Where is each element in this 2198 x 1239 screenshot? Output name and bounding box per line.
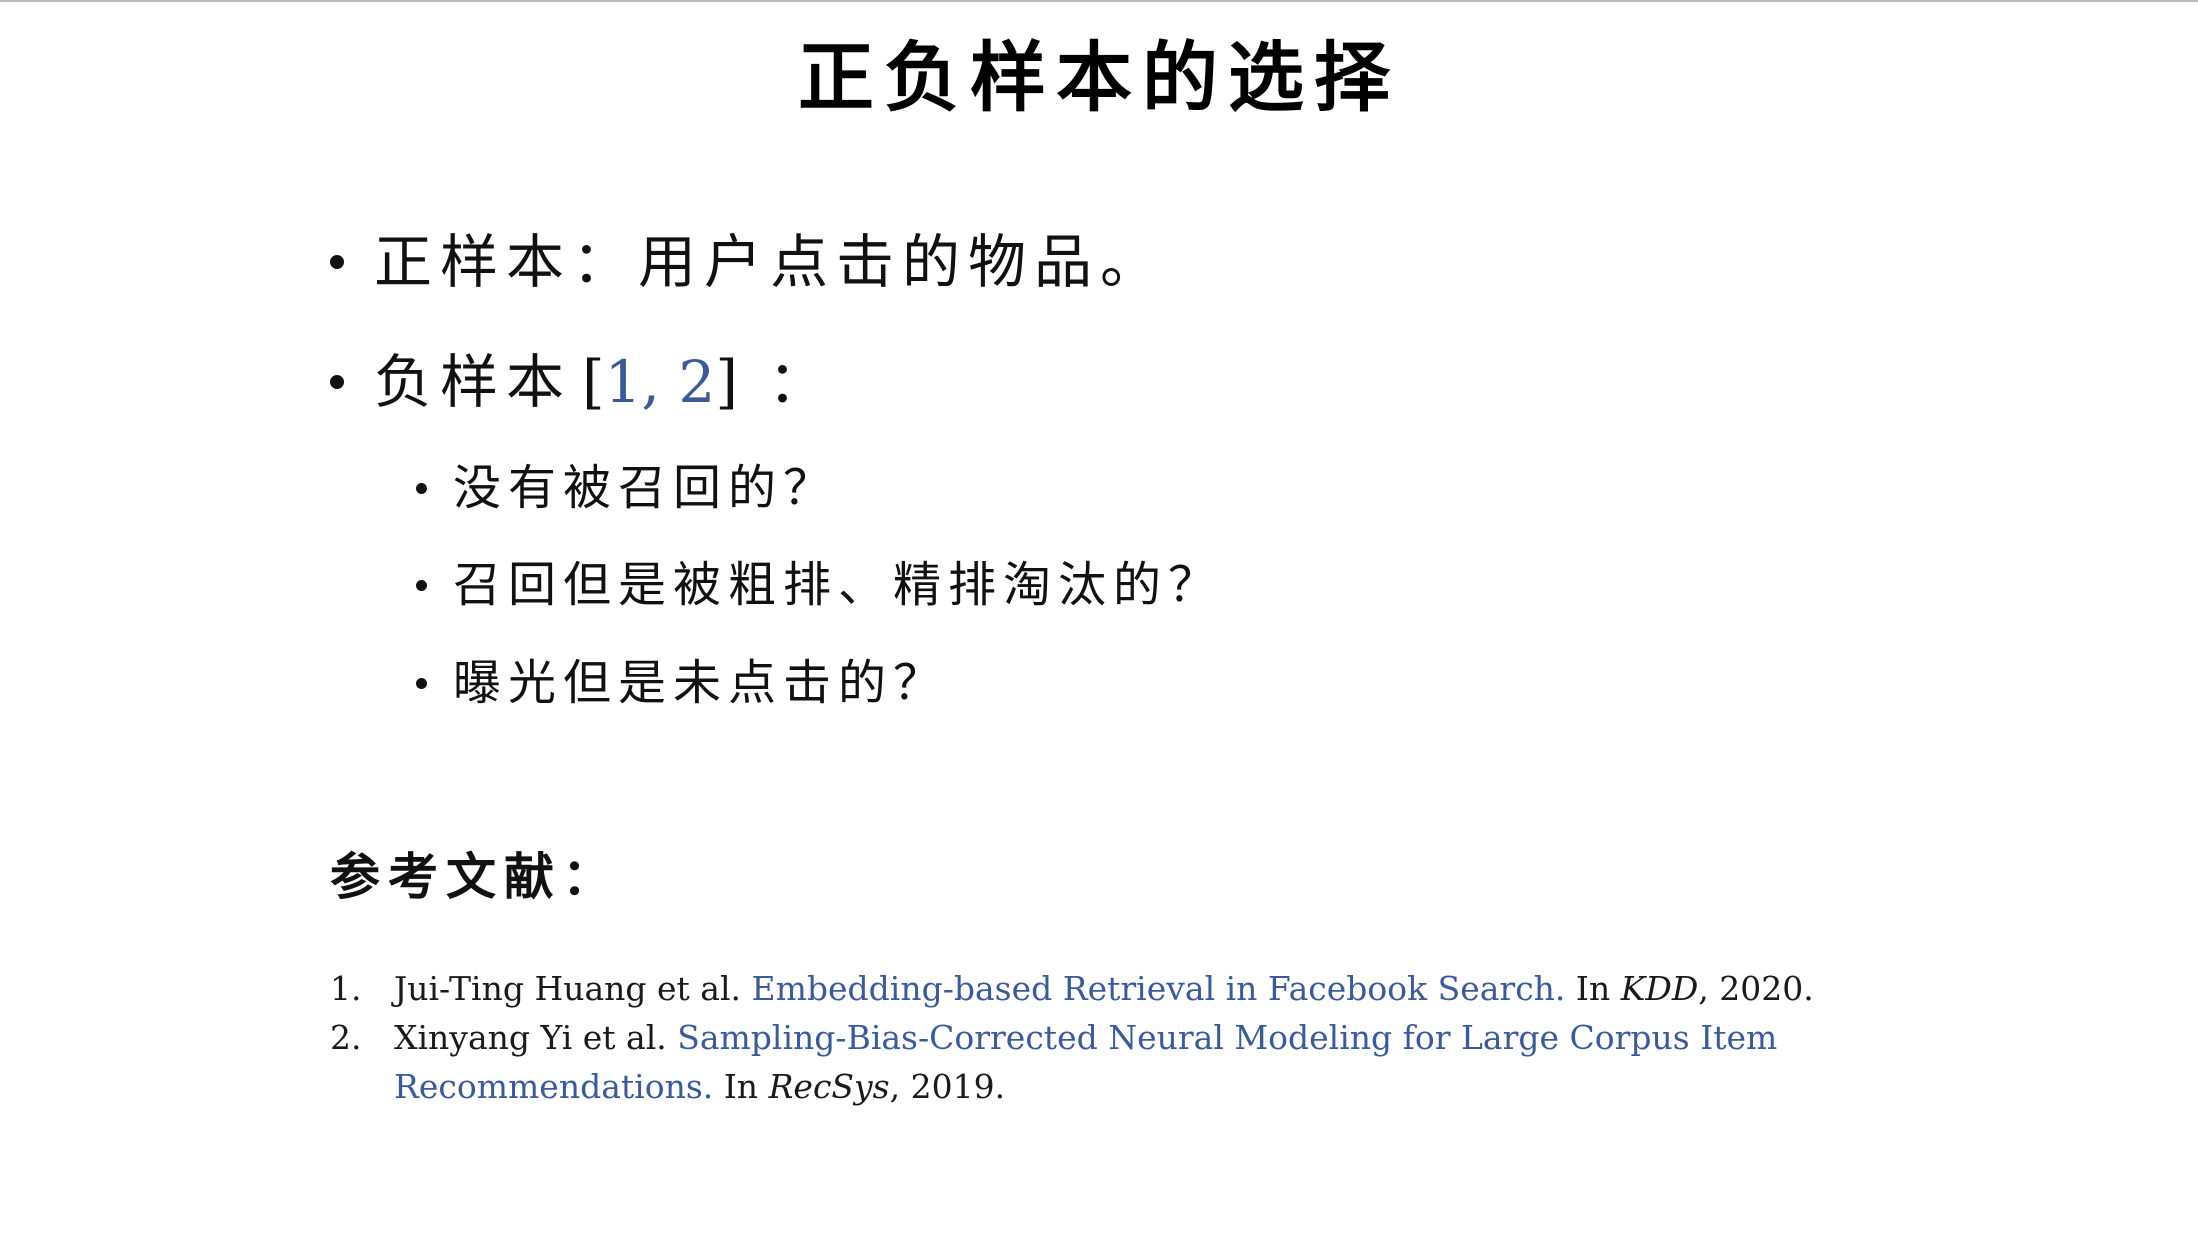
reference-title-link-continued[interactable]: Recommendations. xyxy=(394,1067,713,1106)
reference-venue: KDD xyxy=(1620,969,1699,1008)
bullet-dot-icon xyxy=(416,482,427,494)
reference-year: , 2019. xyxy=(889,1067,1006,1106)
reference-in: In xyxy=(1575,969,1611,1008)
sub-bullet-ranking-filtered: 召回但是被粗排、精排淘汰的？ xyxy=(416,553,1223,617)
sub-bullet-not-retrieved: 没有被召回的？ xyxy=(416,456,838,520)
sub-bullet-exposed-not-clicked: 曝光但是未点击的？ xyxy=(416,651,948,715)
reference-item-continued: Recommendations. In RecSys, 2019. xyxy=(330,1062,1005,1112)
citation-link[interactable]: 1, 2 xyxy=(605,342,716,422)
reference-title-link[interactable]: Embedding-based Retrieval in Facebook Se… xyxy=(752,969,1566,1008)
reference-number: 2. xyxy=(330,1018,362,1057)
bullet-dot-icon xyxy=(330,255,344,269)
reference-item: 2. Xinyang Yi et al. Sampling-Bias-Correc… xyxy=(330,1013,1777,1063)
reference-title-link[interactable]: Sampling-Bias-Corrected Neural Modeling … xyxy=(677,1018,1777,1057)
references-heading: 参考文献： xyxy=(330,847,620,906)
reference-year: , 2020. xyxy=(1698,969,1814,1008)
bullet-positive-samples: 正样本：用户点击的物品。 xyxy=(330,222,1166,302)
reference-authors: Jui-Ting Huang et al. xyxy=(394,969,742,1008)
bullet-dot-icon xyxy=(416,579,427,591)
reference-number: 1. xyxy=(330,969,362,1008)
sub-bullet-text: 曝光但是未点击的？ xyxy=(453,655,949,711)
bullet-positive-text: 正样本：用户点击的物品。 xyxy=(374,228,1167,296)
bullet-negative-label: 负样本 xyxy=(374,348,573,416)
bullet-negative-samples: 负样本 [ 1, 2 ] ： xyxy=(330,342,834,422)
reference-venue: RecSys xyxy=(768,1067,890,1106)
reference-authors: Xinyang Yi et al. xyxy=(394,1018,667,1057)
sub-bullet-text: 召回但是被粗排、精排淘汰的？ xyxy=(453,557,1224,613)
bullet-dot-icon xyxy=(416,677,427,689)
citation-open-bracket: [ xyxy=(582,348,605,416)
bullet-dot-icon xyxy=(330,375,344,389)
bullet-negative-colon: ： xyxy=(767,348,834,416)
reference-in: In xyxy=(723,1067,759,1106)
sub-bullet-text: 没有被召回的？ xyxy=(453,460,839,516)
citation-close-bracket: ] xyxy=(715,348,738,416)
reference-item: 1. Jui-Ting Huang et al. Embedding-based … xyxy=(330,964,1814,1014)
